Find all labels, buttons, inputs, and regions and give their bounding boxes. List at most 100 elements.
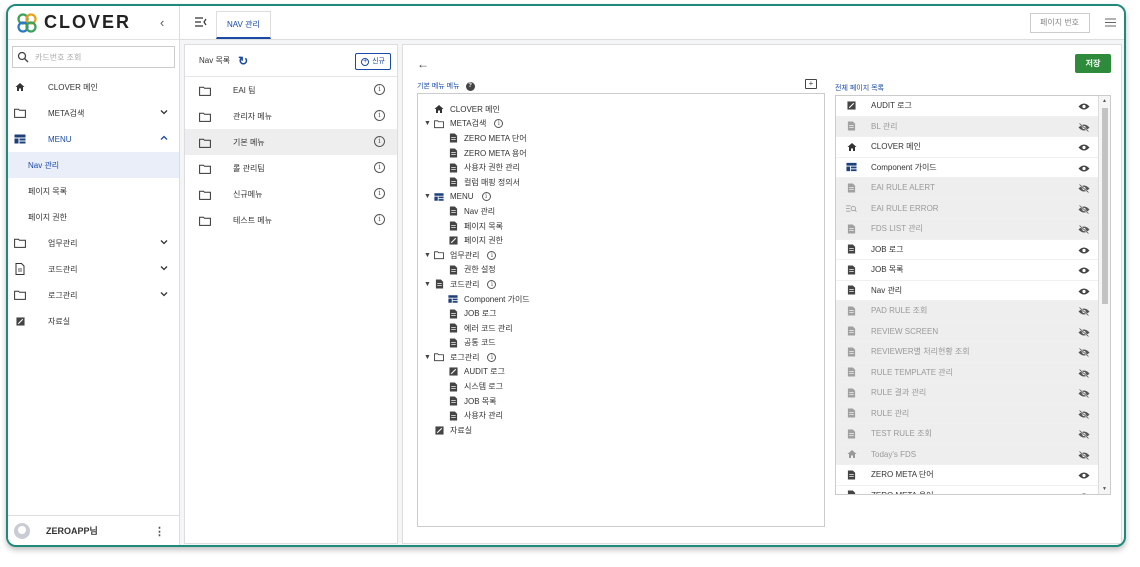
sidebar-subitem[interactable]: Nav 관리 [8,152,179,178]
user-profile[interactable]: ZEROAPP님 ⋮ [8,515,179,545]
page-row[interactable]: EAI RULE ALERT [836,178,1100,199]
page-row[interactable]: JOB 로그 [836,240,1100,260]
tree-node[interactable]: Component 가이드 [418,292,824,307]
page-row[interactable]: CLOVER 메인 [836,137,1100,158]
page-row[interactable]: RULE 관리 [836,403,1100,424]
sidebar-item[interactable]: CLOVER 메인 [8,74,179,100]
tree-node[interactable]: 공통 코드 [418,336,824,351]
list-item[interactable]: 관리자 메뉴 i [185,103,397,129]
info-icon[interactable]: i [374,214,385,225]
page-number-input[interactable]: 페이지 번호 [1030,13,1090,33]
visibility-icon[interactable] [1078,471,1090,480]
chevron-down-icon[interactable] [159,107,169,117]
sidebar-item[interactable]: META검색 [8,100,179,126]
list-item[interactable]: 테스트 메뉴 i [185,207,397,233]
expand-toggle-icon[interactable]: ▼ [424,281,434,288]
scroll-down-icon[interactable]: ▼ [1102,486,1107,492]
info-icon[interactable]: i [374,110,385,121]
page-row[interactable]: FDS LIST 관리 [836,219,1100,240]
hamburger-menu-icon[interactable] [1105,18,1116,27]
tree-node[interactable]: ▼ 로그관리 i [418,350,824,365]
add-folder-icon[interactable]: + [805,79,817,89]
info-icon[interactable]: i [487,250,497,260]
tree-node[interactable]: 페이지 권한 [418,233,824,248]
visibility-icon[interactable] [1078,266,1090,275]
visibility-off-icon[interactable] [1078,450,1090,460]
tree-node[interactable]: ZERO META 용어 [418,146,824,161]
info-icon[interactable]: i [487,279,497,289]
sidebar-item[interactable]: 코드관리 [8,256,179,282]
list-item[interactable]: 기본 메뉴 i [185,129,397,155]
info-icon[interactable]: i [487,352,497,362]
chevron-down-icon[interactable] [159,237,169,247]
page-row[interactable]: REVIEW SCREEN [836,321,1100,342]
sidebar-item[interactable]: 자료실 [8,308,179,334]
page-row[interactable]: ZERO META 용어 [836,486,1100,494]
tree-node[interactable]: AUDIT 로그 [418,365,824,380]
info-icon[interactable]: i [374,188,385,199]
tree-node[interactable]: 사용자 권한 관리 [418,160,824,175]
page-row[interactable]: AUDIT 로그 [836,96,1100,117]
visibility-off-icon[interactable] [1078,429,1090,440]
visibility-off-icon[interactable] [1078,204,1090,214]
search-input[interactable]: 카드번호 조회 [12,46,175,68]
sidebar-item[interactable]: 로그관리 [8,282,179,308]
visibility-icon[interactable] [1078,287,1090,296]
page-row[interactable]: Component 가이드 [836,158,1100,178]
tree-node[interactable]: CLOVER 메인 [418,102,824,117]
more-vert-icon[interactable]: ⋮ [154,525,165,538]
visibility-icon[interactable] [1078,492,1090,494]
scrollbar[interactable]: ▲ ▼ [1098,96,1110,494]
refresh-icon[interactable]: ↻ [238,54,248,68]
info-icon[interactable]: i [494,119,504,129]
page-row[interactable]: EAI RULE ERROR [836,198,1100,219]
list-item[interactable]: 롤 관리팀 i [185,155,397,181]
scrollbar-thumb[interactable] [1102,108,1108,304]
tree-node[interactable]: Nav 관리 [418,204,824,219]
tab-nav-management[interactable]: NAV 관리 [216,11,271,39]
visibility-icon[interactable] [1078,143,1090,152]
sidebar-subitem[interactable]: 페이지 목록 [8,178,179,204]
chevron-up-icon[interactable] [159,133,169,143]
chevron-down-icon[interactable] [159,289,169,299]
tree-node[interactable]: 컬럼 매핑 정의서 [418,175,824,190]
tree-node[interactable]: ▼ 코드관리 i [418,277,824,292]
page-row[interactable]: Nav 관리 [836,281,1100,301]
menu-collapse-icon[interactable] [195,17,207,27]
sidebar-item[interactable]: MENU [8,126,179,152]
help-icon[interactable]: ? [465,81,475,91]
new-button[interactable]: + 신규 [355,53,391,70]
visibility-off-icon[interactable] [1078,122,1090,132]
page-row[interactable]: RULE 결과 관리 [836,383,1100,404]
visibility-off-icon[interactable] [1078,306,1090,317]
visibility-icon[interactable] [1078,164,1090,173]
tree-node[interactable]: JOB 목록 [418,394,824,409]
visibility-icon[interactable] [1078,246,1090,255]
page-row[interactable]: JOB 목록 [836,260,1100,281]
page-row[interactable]: TEST RULE 조회 [836,424,1100,445]
visibility-off-icon[interactable] [1078,327,1090,337]
tree-node[interactable]: 사용자 관리 [418,408,824,423]
tree-node[interactable]: JOB 로그 [418,306,824,321]
list-item[interactable]: 신규메뉴 i [185,181,397,207]
tree-node[interactable]: ▼ 업무관리 i [418,248,824,263]
chevron-down-icon[interactable] [159,263,169,273]
page-row[interactable]: RULE TEMPLATE 관리 [836,362,1100,383]
info-icon[interactable]: i [374,136,385,147]
sidebar-subitem[interactable]: 페이지 권한 [8,204,179,230]
tree-node[interactable]: 시스템 로그 [418,379,824,394]
sidebar-item[interactable]: 업무관리 [8,230,179,256]
collapse-sidebar-icon[interactable]: ‹ [160,15,164,30]
page-row[interactable]: Today's FDS [836,444,1100,465]
visibility-off-icon[interactable] [1078,347,1090,358]
expand-toggle-icon[interactable]: ▼ [424,252,434,259]
expand-toggle-icon[interactable]: ▼ [424,354,434,361]
tree-node[interactable]: 자료실 [418,423,824,438]
list-item[interactable]: EAI 팀 i [185,77,397,103]
tree-node[interactable]: ZERO META 단어 [418,131,824,146]
page-row[interactable]: BL 관리 [836,116,1100,137]
visibility-off-icon[interactable] [1078,183,1090,194]
visibility-icon[interactable] [1078,102,1090,111]
back-arrow-icon[interactable]: ← [417,57,429,71]
info-icon[interactable]: i [481,192,491,202]
